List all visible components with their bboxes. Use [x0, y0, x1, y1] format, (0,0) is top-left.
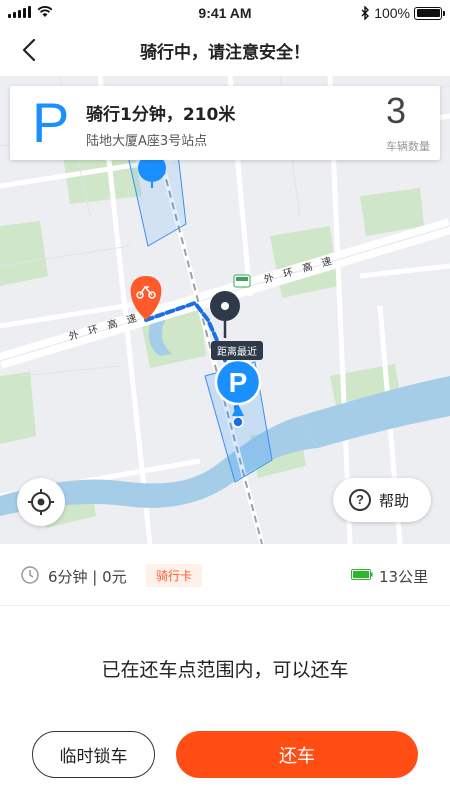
vehicle-count: 3: [385, 90, 407, 131]
battery-percent: 100%: [374, 5, 410, 21]
battery-charge-icon: [351, 569, 373, 580]
ride-info-row: 6分钟 | 0元 骑行卡 13公里: [0, 544, 450, 606]
temp-lock-button[interactable]: 临时锁车: [32, 731, 155, 778]
crosshair-icon: [28, 489, 54, 515]
battery-range: 13公里: [379, 568, 429, 586]
map-view[interactable]: P 外环高速 外环高速 P 骑行1分钟，210米 陆地大厦A座3号站点 3 车辆…: [0, 76, 450, 544]
page-title: 骑行中，请注意安全！: [140, 43, 310, 63]
ride-card-badge[interactable]: 骑行卡: [146, 564, 203, 587]
question-icon: ?: [349, 489, 371, 511]
status-bar: 9:41 AM 100%: [0, 0, 450, 26]
vehicle-count-label: 车辆数量: [386, 140, 430, 153]
bluetooth-icon: [361, 6, 370, 20]
parking-marker-letter: P: [229, 367, 248, 398]
duration-cost: 6分钟 | 0元: [48, 568, 127, 586]
help-label: 帮助: [379, 492, 410, 510]
help-button[interactable]: ? 帮助: [333, 478, 431, 522]
ride-summary: 骑行1分钟，210米: [86, 105, 236, 125]
parking-info-card[interactable]: P 骑行1分钟，210米 陆地大厦A座3号站点 3 车辆数量: [10, 86, 440, 160]
status-right: 100%: [361, 5, 445, 21]
parking-icon: P: [32, 91, 70, 154]
battery-icon: [414, 6, 445, 20]
locate-button[interactable]: [17, 478, 65, 526]
clock-icon: [21, 566, 39, 584]
station-name: 陆地大厦A座3号站点: [86, 134, 208, 149]
return-bike-button[interactable]: 还车: [176, 731, 418, 778]
nav-bar: 骑行中，请注意安全！: [0, 26, 450, 76]
nearest-tag: 距离最近: [211, 341, 263, 360]
return-notice: 已在还车点范围内，可以还车: [101, 659, 349, 681]
